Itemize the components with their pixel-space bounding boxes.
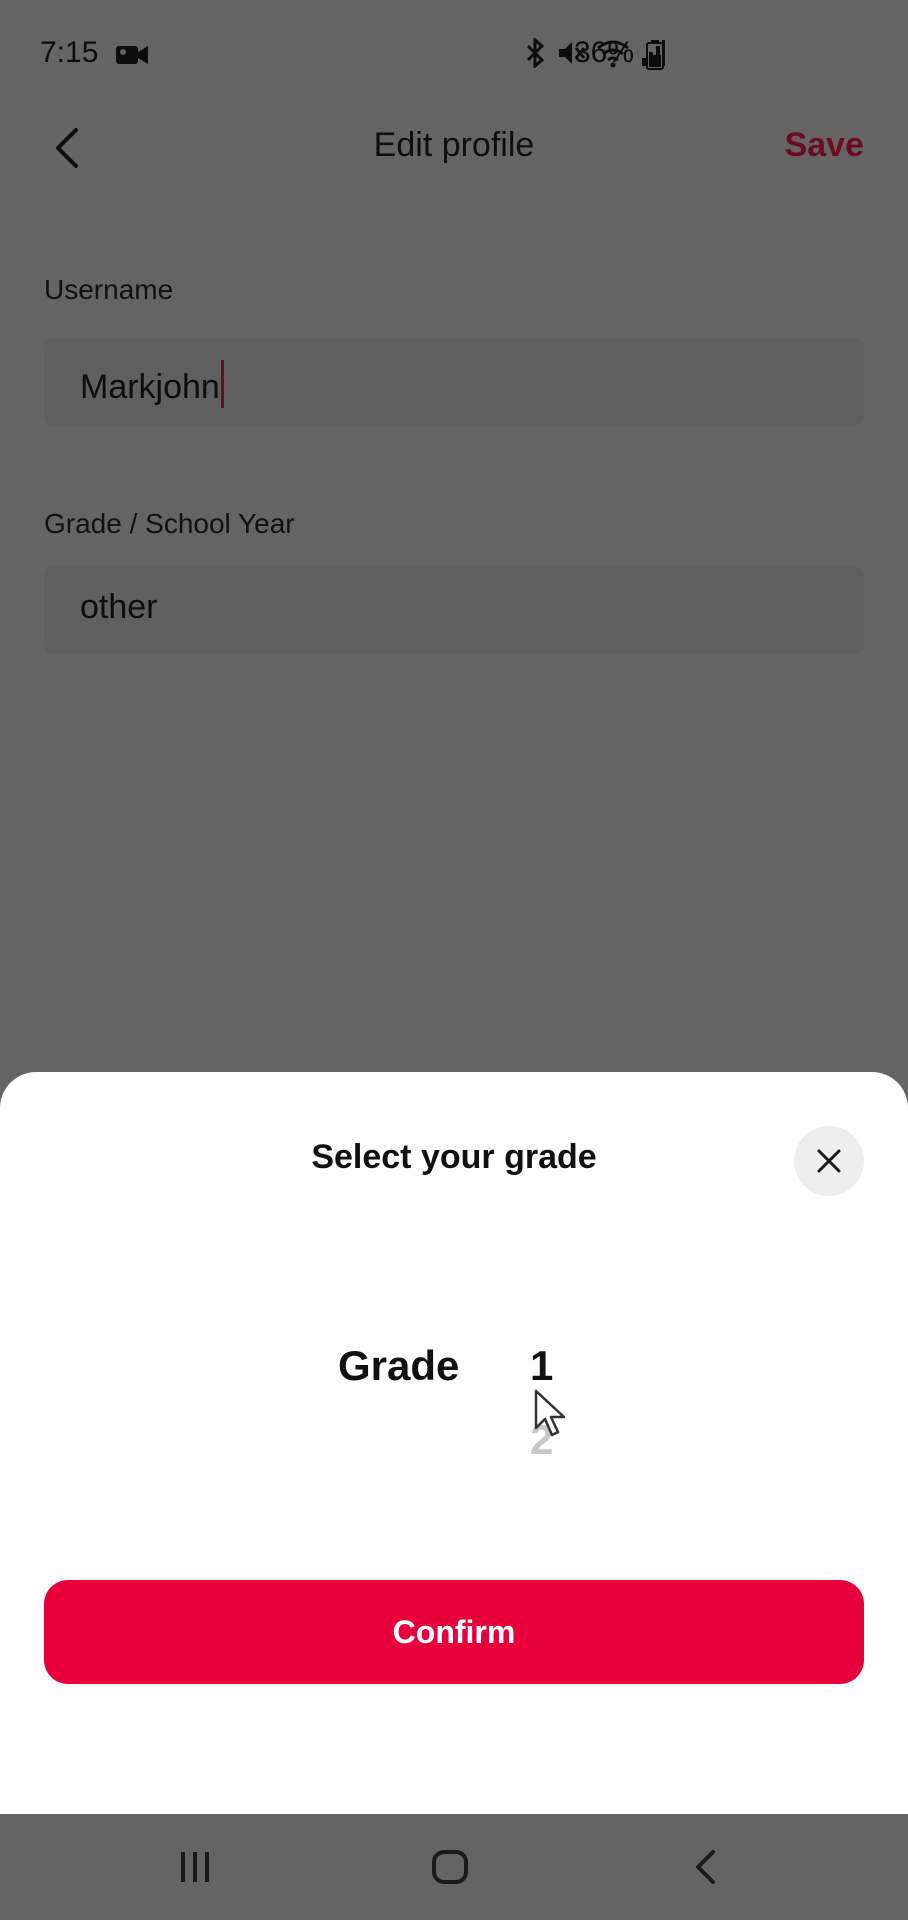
grade-bottom-sheet: Select your grade Grade 1 2 Confirm: [0, 1072, 908, 1814]
username-label: Username: [44, 274, 174, 305]
system-nav-bar: [0, 1814, 908, 1920]
save-button[interactable]: Save: [785, 126, 864, 165]
back-icon: [696, 1850, 715, 1884]
app-header: Edit profile Save: [0, 112, 908, 182]
recent-apps-button[interactable]: [170, 1842, 220, 1892]
video-camera-icon: [116, 46, 148, 64]
picker-selected-value[interactable]: 1: [530, 1342, 553, 1390]
bluetooth-icon: [526, 38, 545, 68]
grade-picker[interactable]: Grade 1 2: [0, 1342, 908, 1522]
text-caret: [220, 360, 224, 408]
home-icon: [432, 1850, 468, 1884]
home-button[interactable]: [425, 1842, 475, 1892]
close-icon: [817, 1149, 841, 1173]
username-input[interactable]: Markjohn: [44, 338, 864, 426]
username-value: Markjohn: [80, 360, 224, 408]
sheet-title: Select your grade: [311, 1138, 597, 1176]
close-button[interactable]: [794, 1126, 864, 1196]
battery-icon: [646, 40, 664, 70]
nav-back-button[interactable]: [680, 1842, 730, 1892]
status-bar: 7:15 36%: [0, 0, 908, 112]
status-time: 7:15: [40, 36, 99, 69]
recent-apps-icon: [181, 1852, 209, 1882]
grade-input[interactable]: other: [44, 566, 864, 654]
grade-label: Grade / School Year: [44, 508, 295, 539]
mouse-cursor-icon: [534, 1389, 566, 1437]
page-title: Edit profile: [373, 126, 535, 164]
confirm-button[interactable]: Confirm: [44, 1580, 864, 1684]
grade-value: other: [80, 588, 158, 626]
picker-label: Grade: [338, 1342, 460, 1389]
battery-percent: 36%: [574, 36, 635, 69]
